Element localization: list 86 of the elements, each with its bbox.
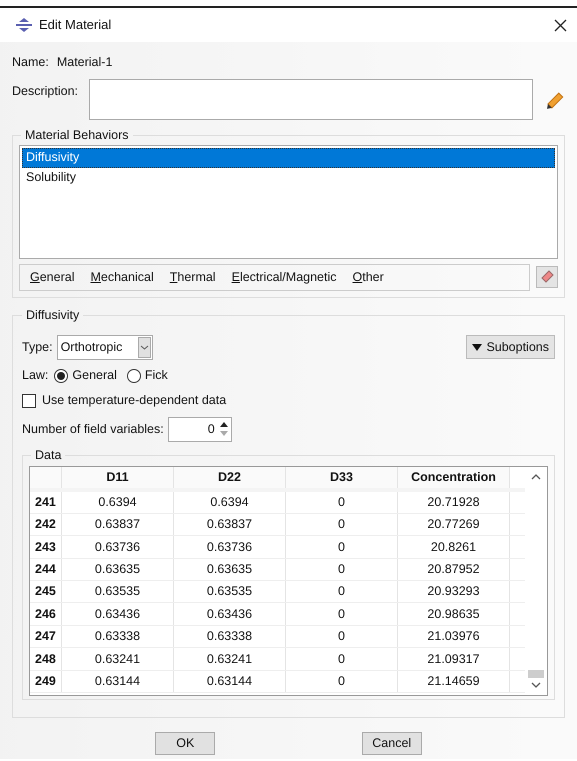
field-variables-spinner[interactable]: 0: [168, 416, 232, 442]
radio-option[interactable]: General: [54, 366, 117, 386]
table-cell[interactable]: 0.63144: [62, 670, 174, 692]
description-label: Description:: [12, 83, 79, 100]
checkbox-label: Use temperature-dependent data: [42, 392, 226, 410]
menu-item[interactable]: Mechanical: [90, 268, 154, 287]
table-cell[interactable]: 0.63241: [174, 648, 286, 670]
table-cell[interactable]: 0: [286, 670, 398, 692]
column-header[interactable]: Concentration: [398, 466, 510, 488]
window-title: Edit Material: [39, 16, 112, 34]
row-number: 246: [30, 603, 62, 625]
name-value: Material-1: [56, 54, 112, 71]
table-cell[interactable]: 0: [286, 514, 398, 536]
menu-item[interactable]: Other: [352, 268, 384, 287]
row-number: 243: [30, 536, 62, 558]
description-field[interactable]: [88, 79, 534, 120]
radio-option[interactable]: Fick: [126, 366, 168, 386]
table-cell[interactable]: 21.09317: [398, 648, 510, 670]
table-cell[interactable]: 20.77269: [398, 514, 510, 536]
behavior-item[interactable]: Solubility: [22, 168, 555, 188]
table-cell[interactable]: 0: [286, 626, 398, 648]
name-label: Name:: [12, 54, 49, 71]
table-cell[interactable]: 0.63736: [62, 536, 174, 558]
table-cell[interactable]: 0: [286, 603, 398, 625]
app-icon: [15, 18, 33, 32]
table-cell[interactable]: 20.87952: [398, 558, 510, 580]
row-number: 241: [30, 492, 62, 513]
table-cell[interactable]: 0.63635: [62, 558, 174, 580]
suboptions-button[interactable]: Suboptions: [466, 335, 555, 360]
law-label: Law:: [22, 367, 48, 384]
close-icon[interactable]: [554, 18, 567, 32]
group-title: Material Behaviors: [24, 127, 130, 144]
table-cell[interactable]: 0: [286, 648, 398, 670]
menu-item[interactable]: Electrical/Magnetic: [232, 268, 337, 287]
table-cell[interactable]: 0: [286, 581, 398, 602]
caret-icon: [138, 336, 151, 358]
eraser-icon: [540, 270, 554, 284]
pencil-icon[interactable]: [545, 91, 565, 111]
table-cell[interactable]: 0.63436: [62, 603, 174, 625]
column-header[interactable]: D22: [174, 466, 286, 488]
row-number: 244: [30, 558, 62, 580]
row-number: 245: [30, 581, 62, 602]
table-cell[interactable]: 0.63436: [174, 603, 286, 625]
dialog-button[interactable]: Cancel: [362, 732, 422, 755]
eraser-button[interactable]: [536, 266, 558, 288]
group-title: Diffusivity: [25, 307, 80, 324]
table-cell[interactable]: 20.93293: [398, 581, 510, 602]
table-cell[interactable]: 0: [286, 558, 398, 580]
table-cell[interactable]: 0.63144: [174, 670, 286, 692]
table-cell[interactable]: 0.63837: [174, 514, 286, 536]
type-dropdown[interactable]: Orthotropic: [56, 334, 153, 360]
scroll-thumb[interactable]: [528, 670, 544, 678]
table-cell[interactable]: 0.63338: [174, 626, 286, 648]
table-cell[interactable]: 0.63837: [62, 514, 174, 536]
row-number: 249: [30, 670, 62, 692]
caret-icon: [472, 344, 482, 351]
scroll-up-icon[interactable]: [531, 472, 541, 480]
row-number: 247: [30, 626, 62, 648]
type-label: Type:: [22, 338, 53, 356]
group-title: Data: [34, 446, 62, 464]
table-cell[interactable]: 0.63338: [62, 626, 174, 648]
menu-item[interactable]: General: [30, 268, 74, 287]
row-number: 248: [30, 648, 62, 670]
table-cell[interactable]: 0.6394: [62, 492, 174, 513]
checkbox[interactable]: [22, 394, 36, 408]
table-cell[interactable]: 0.63535: [62, 581, 174, 602]
table-cell[interactable]: 0: [286, 536, 398, 558]
table-cell[interactable]: 21.14659: [398, 670, 510, 692]
scroll-down-icon[interactable]: [531, 682, 541, 688]
table-cell[interactable]: 20.71928: [398, 492, 510, 513]
menu-item[interactable]: Thermal: [170, 268, 216, 287]
dialog-button[interactable]: OK: [155, 732, 216, 755]
field-variables-label: Number of field variables:: [22, 420, 164, 438]
table-cell[interactable]: 0.6394: [174, 492, 286, 513]
column-header[interactable]: D11: [62, 466, 174, 488]
table-cell[interactable]: 21.03976: [398, 626, 510, 648]
table-cell[interactable]: 0.63736: [174, 536, 286, 558]
table-cell[interactable]: 20.98635: [398, 603, 510, 625]
column-header[interactable]: D33: [286, 466, 398, 488]
behavior-item[interactable]: Diffusivity: [22, 148, 555, 168]
table-cell[interactable]: 0.63635: [174, 558, 286, 580]
row-number: 242: [30, 514, 62, 536]
table-cell[interactable]: 20.8261: [398, 536, 510, 558]
table-cell[interactable]: 0.63535: [174, 581, 286, 602]
table-cell[interactable]: 0: [286, 492, 398, 513]
table-cell[interactable]: 0.63241: [62, 648, 174, 670]
